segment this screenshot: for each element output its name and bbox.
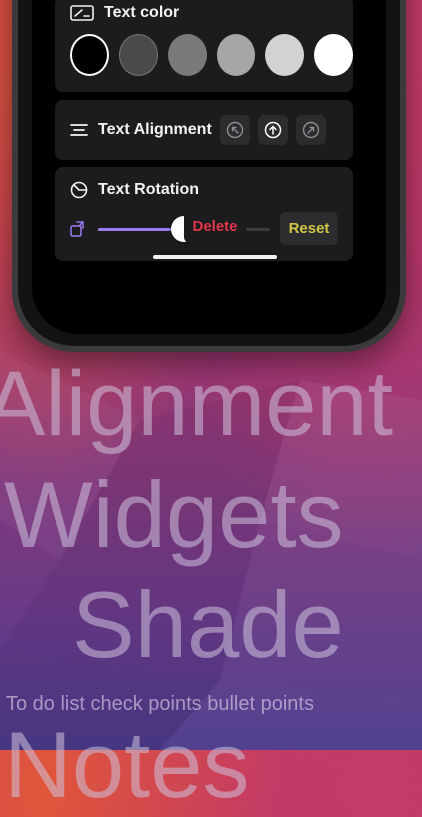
arrow-up-left-icon: [226, 121, 243, 139]
delete-button[interactable]: Delete: [184, 210, 246, 243]
text-color-card: Text color: [55, 0, 353, 92]
swatch-dark-gray[interactable]: [119, 34, 158, 76]
promo-line-notes: Notes: [4, 712, 250, 817]
reset-button[interactable]: Reset: [280, 212, 338, 245]
swatch-gray[interactable]: [167, 34, 207, 76]
swatch-black[interactable]: [70, 34, 110, 76]
text-rotation-header: Text Rotation: [70, 181, 199, 199]
text-alignment-title: Text Alignment: [98, 121, 212, 138]
arrow-up-icon: [264, 121, 282, 139]
alignment-buttons: [219, 115, 326, 145]
rotate-left-icon[interactable]: [69, 220, 87, 238]
arrow-up-right-icon: [302, 121, 319, 139]
align-top-center-button[interactable]: [257, 115, 288, 145]
align-top-right-button[interactable]: [295, 115, 326, 145]
rotation-icon: [70, 181, 88, 199]
swatch-light-gray[interactable]: [216, 34, 256, 76]
promo-subtitle: To do list check points bullet points: [6, 693, 314, 715]
align-top-left-button[interactable]: [219, 115, 250, 145]
text-alignment-card: Text Alignment: [55, 100, 353, 160]
text-color-header: Text color: [70, 4, 353, 22]
phone-bezel: Text color Text Alignment Text Rotation …: [18, 0, 400, 346]
promo-line-widgets: Widgets: [4, 462, 344, 567]
text-alignment-header: Text Alignment: [70, 121, 212, 139]
home-indicator: [153, 255, 277, 259]
text-rotation-title: Text Rotation: [98, 181, 200, 198]
phone-screen: Text color Text Alignment Text Rotation …: [32, 0, 386, 334]
promo-line-shade: Shade: [72, 572, 344, 677]
phone-frame: Text color Text Alignment Text Rotation …: [12, 0, 406, 352]
swatch-white[interactable]: [314, 34, 353, 76]
text-color-icon: [70, 5, 94, 21]
swatch-lighter-gray[interactable]: [265, 34, 305, 76]
align-lines-icon: [70, 124, 88, 136]
promo-line-alignment: Alignment: [0, 353, 394, 455]
color-swatches: [70, 34, 353, 76]
text-color-title: Text color: [104, 4, 180, 21]
